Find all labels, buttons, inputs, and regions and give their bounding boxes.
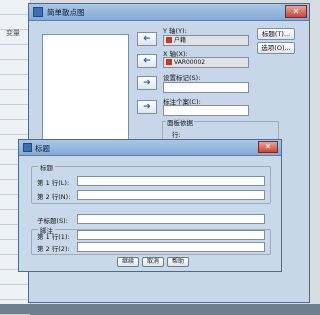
line1-label: 第 1 行(L): <box>37 179 70 187</box>
scale-variable-icon <box>166 59 172 65</box>
close-icon[interactable]: ✕ <box>258 141 278 153</box>
move-to-label-button[interactable]: ➔ <box>137 100 157 114</box>
set-marker-field[interactable] <box>163 82 249 93</box>
variable-column-header: 变量 <box>6 29 20 37</box>
move-to-x-button[interactable]: ➔ <box>137 54 157 68</box>
move-to-marker-button[interactable]: ➔ <box>137 76 157 90</box>
nominal-variable-icon <box>166 37 172 43</box>
help-button[interactable]: 帮助 <box>167 257 189 267</box>
x-axis-field[interactable]: VAR00002 <box>163 57 249 68</box>
panel-by-label: 面板依据 <box>166 117 194 127</box>
arrow-left-icon: ➔ <box>143 34 151 44</box>
set-marker-label: 设置标记(S): <box>163 74 201 82</box>
dialog-title: 简单散点图 <box>47 8 85 17</box>
close-icon[interactable]: ✕ <box>285 5 307 18</box>
subtitle-label: 子标题(S): <box>37 217 68 225</box>
subtitle-input[interactable] <box>77 214 265 224</box>
titles-dialog: 标题 ✕ 标题 第 1 行(L): 第 2 行(N): 子标题(S): 脚注 第… <box>18 139 282 272</box>
footnote2-label: 第 2 行(2): <box>37 245 70 253</box>
chart-icon <box>33 7 43 17</box>
cancel-button[interactable]: 取消 <box>142 257 164 267</box>
arrow-left-icon: ➔ <box>143 56 151 66</box>
line2-label: 第 2 行(N): <box>37 193 71 201</box>
arrow-right-icon: ➔ <box>143 78 151 88</box>
label-cases-field[interactable] <box>163 105 249 116</box>
options-button[interactable]: 选项(O)... <box>257 42 295 54</box>
y-axis-value: 户籍 <box>174 37 187 44</box>
dialog-titlebar: 简单散点图 ✕ <box>29 4 309 21</box>
x-axis-value: VAR00002 <box>174 59 206 66</box>
title-group-label: 标题 <box>38 162 55 172</box>
chart-icon <box>23 143 32 152</box>
y-axis-field[interactable]: 户籍 <box>163 35 249 46</box>
title-line1-input[interactable] <box>77 176 265 186</box>
titles-dialog-titlebar: 标题 ✕ <box>19 140 281 156</box>
footnote-line2-input[interactable] <box>77 242 265 252</box>
panel-rows-label: 行: <box>172 131 181 139</box>
footnote1-label: 第 1 行(1): <box>37 233 70 241</box>
titles-button[interactable]: 标题(T)... <box>257 28 295 40</box>
arrow-right-icon: ➔ <box>143 102 151 112</box>
footnote-line1-input[interactable] <box>77 230 265 240</box>
y-axis-label: Y 轴(Y): <box>163 27 187 35</box>
titles-dialog-title: 标题 <box>35 144 50 153</box>
move-to-y-button[interactable]: ➔ <box>137 32 157 46</box>
title-line2-input[interactable] <box>77 190 265 200</box>
continue-button[interactable]: 继续 <box>117 257 139 267</box>
